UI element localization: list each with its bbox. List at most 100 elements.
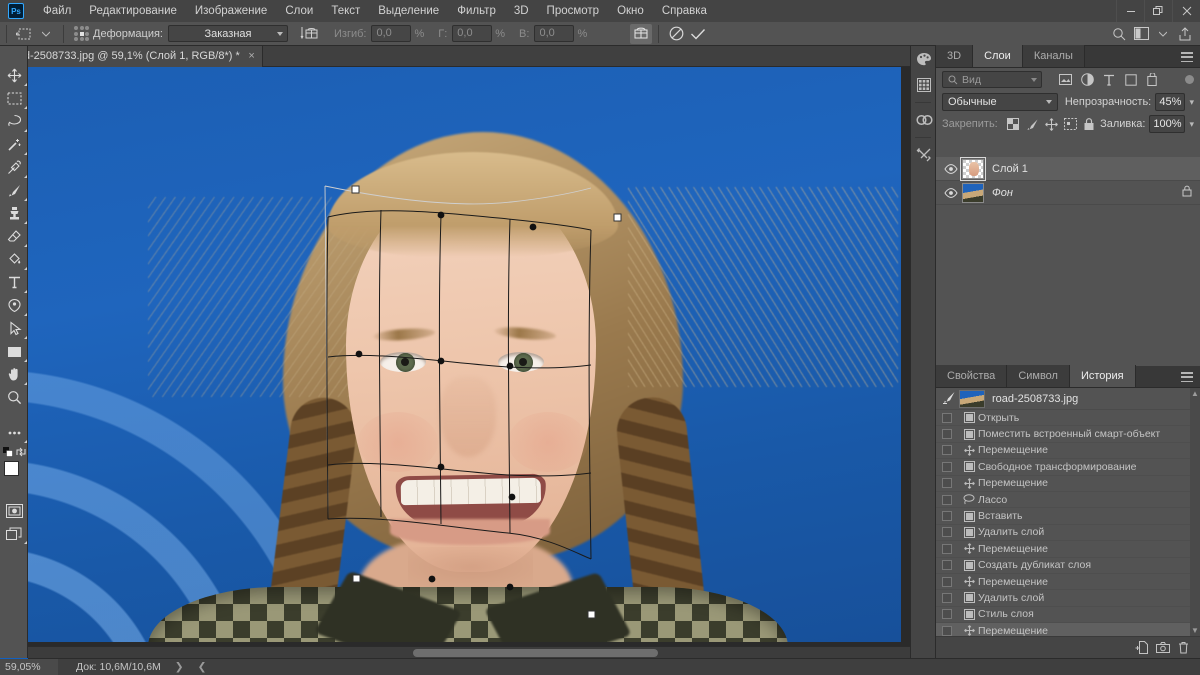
zoom-level-input[interactable]: 59,05%: [0, 658, 58, 675]
status-collapse-icon[interactable]: ❮: [198, 661, 207, 673]
menu-image[interactable]: Изображение: [186, 0, 276, 22]
tools-adjust-icon[interactable]: [911, 142, 937, 168]
history-state-row[interactable]: Создать дубликат слоя: [936, 558, 1200, 574]
commit-transform-icon[interactable]: [687, 24, 709, 44]
swap-colors-icon[interactable]: [16, 447, 26, 460]
chevron-down-icon[interactable]: ▾: [1189, 119, 1194, 130]
document-tab[interactable]: road-2508733.jpg @ 59,1% (Слой 1, RGB/8*…: [0, 46, 263, 67]
state-source-checkbox[interactable]: [942, 543, 952, 554]
path-selection-tool[interactable]: [0, 317, 28, 340]
status-expand-icon[interactable]: ❯: [175, 661, 184, 673]
history-brush-icon[interactable]: [942, 391, 959, 407]
state-source-checkbox[interactable]: [942, 511, 952, 522]
h-input[interactable]: 0,0: [452, 25, 493, 42]
color-panel-icon[interactable]: [911, 46, 937, 72]
state-source-checkbox[interactable]: [942, 461, 952, 472]
state-source-checkbox[interactable]: [942, 527, 952, 538]
menu-text[interactable]: Текст: [322, 0, 369, 22]
history-state-row[interactable]: Стиль слоя: [936, 607, 1200, 624]
menu-file[interactable]: Файл: [34, 0, 80, 22]
history-state-row-current[interactable]: Перемещение: [936, 623, 1200, 636]
menu-view[interactable]: Просмотр: [538, 0, 609, 22]
eraser-tool[interactable]: [0, 225, 28, 248]
rectangle-shape-tool[interactable]: [0, 340, 28, 363]
history-state-row[interactable]: Удалить слой: [936, 525, 1200, 542]
history-state-row[interactable]: Открыть: [936, 410, 1200, 427]
tool-preset-chevron-icon[interactable]: [35, 24, 57, 44]
adjustment-filter-icon[interactable]: [1076, 71, 1098, 89]
scroll-up-icon[interactable]: ▲: [1190, 388, 1200, 399]
cancel-transform-icon[interactable]: [665, 24, 687, 44]
close-icon[interactable]: [1172, 0, 1200, 22]
tab-history[interactable]: История: [1069, 365, 1136, 387]
workspace-chevron-icon[interactable]: [1152, 24, 1174, 44]
shape-filter-icon[interactable]: [1120, 71, 1142, 89]
canvas-area[interactable]: [28, 67, 928, 658]
toggle-warp-icon[interactable]: [630, 23, 652, 44]
state-source-checkbox[interactable]: [942, 445, 952, 456]
state-source-checkbox[interactable]: [942, 625, 952, 636]
history-state-row[interactable]: Вставить: [936, 508, 1200, 525]
swatches-grid-icon[interactable]: [911, 72, 937, 98]
eyedropper-tool[interactable]: [0, 156, 28, 179]
tab-3d[interactable]: 3D: [936, 45, 974, 67]
creative-cloud-icon[interactable]: [911, 107, 937, 133]
fill-input[interactable]: 100%: [1149, 115, 1186, 133]
paint-bucket-tool[interactable]: [0, 248, 28, 271]
tab-character[interactable]: Символ: [1007, 365, 1070, 387]
type-tool[interactable]: [0, 271, 28, 294]
reference-point-grid[interactable]: [74, 26, 89, 41]
workspace-switcher-icon[interactable]: [1130, 24, 1152, 44]
bend-input[interactable]: 0,0: [371, 25, 412, 42]
warp-style-select[interactable]: Заказная: [168, 25, 288, 42]
search-icon[interactable]: [1108, 24, 1130, 44]
history-states-list[interactable]: road-2508733.jpg Открыть Поместить встро…: [936, 388, 1200, 636]
state-source-checkbox[interactable]: [942, 609, 952, 620]
history-scrollbar[interactable]: ▲ ▼: [1190, 388, 1200, 636]
new-snapshot-icon[interactable]: [1152, 638, 1173, 658]
screen-mode-icon[interactable]: [0, 522, 28, 545]
state-source-checkbox[interactable]: [942, 560, 952, 571]
layer-row[interactable]: Фон: [936, 181, 1200, 205]
color-swatches[interactable]: [0, 447, 28, 484]
scrollbar-thumb[interactable]: [413, 649, 658, 657]
lock-all-icon[interactable]: [1080, 115, 1099, 133]
pixels-filter-icon[interactable]: [1054, 71, 1076, 89]
v-input[interactable]: 0,0: [534, 25, 575, 42]
history-state-row[interactable]: Удалить слой: [936, 590, 1200, 607]
state-source-checkbox[interactable]: [942, 576, 952, 587]
menu-window[interactable]: Окно: [608, 0, 653, 22]
close-icon[interactable]: ×: [248, 46, 254, 67]
clone-stamp-tool[interactable]: [0, 202, 28, 225]
tab-layers[interactable]: Слои: [973, 45, 1023, 67]
state-source-checkbox[interactable]: [942, 478, 952, 489]
default-colors-icon[interactable]: [3, 447, 13, 460]
menu-3d[interactable]: 3D: [505, 0, 538, 22]
tab-properties[interactable]: Свойства: [936, 365, 1008, 387]
layer-visibility-icon[interactable]: [940, 163, 962, 174]
history-state-row[interactable]: Свободное трансформирование: [936, 459, 1200, 476]
history-snapshot-row[interactable]: road-2508733.jpg: [936, 388, 1200, 410]
quick-mask-icon[interactable]: [0, 499, 28, 522]
document-image[interactable]: [28, 67, 901, 642]
more-tools-button[interactable]: [0, 421, 28, 444]
menu-help[interactable]: Справка: [653, 0, 716, 22]
hand-tool[interactable]: [0, 363, 28, 386]
foreground-color-swatch[interactable]: [4, 461, 19, 476]
lock-image-icon[interactable]: [1023, 115, 1042, 133]
history-state-row[interactable]: Перемещение: [936, 443, 1200, 460]
menu-select[interactable]: Выделение: [369, 0, 448, 22]
rectangular-marquee-tool[interactable]: [0, 87, 28, 110]
history-state-row[interactable]: Перемещение: [936, 574, 1200, 591]
history-state-row[interactable]: Перемещение: [936, 541, 1200, 558]
layer-filter-select[interactable]: Вид: [942, 71, 1042, 88]
smart-object-filter-icon[interactable]: [1142, 71, 1164, 89]
transform-tool-icon[interactable]: [13, 24, 35, 44]
brush-tool[interactable]: [0, 179, 28, 202]
lasso-tool[interactable]: [0, 110, 28, 133]
filter-enable-toggle[interactable]: [1185, 75, 1194, 84]
delete-state-icon[interactable]: [1173, 638, 1194, 658]
restore-icon[interactable]: [1144, 0, 1172, 22]
menu-layers[interactable]: Слои: [276, 0, 322, 22]
lock-artboard-icon[interactable]: [1061, 115, 1080, 133]
